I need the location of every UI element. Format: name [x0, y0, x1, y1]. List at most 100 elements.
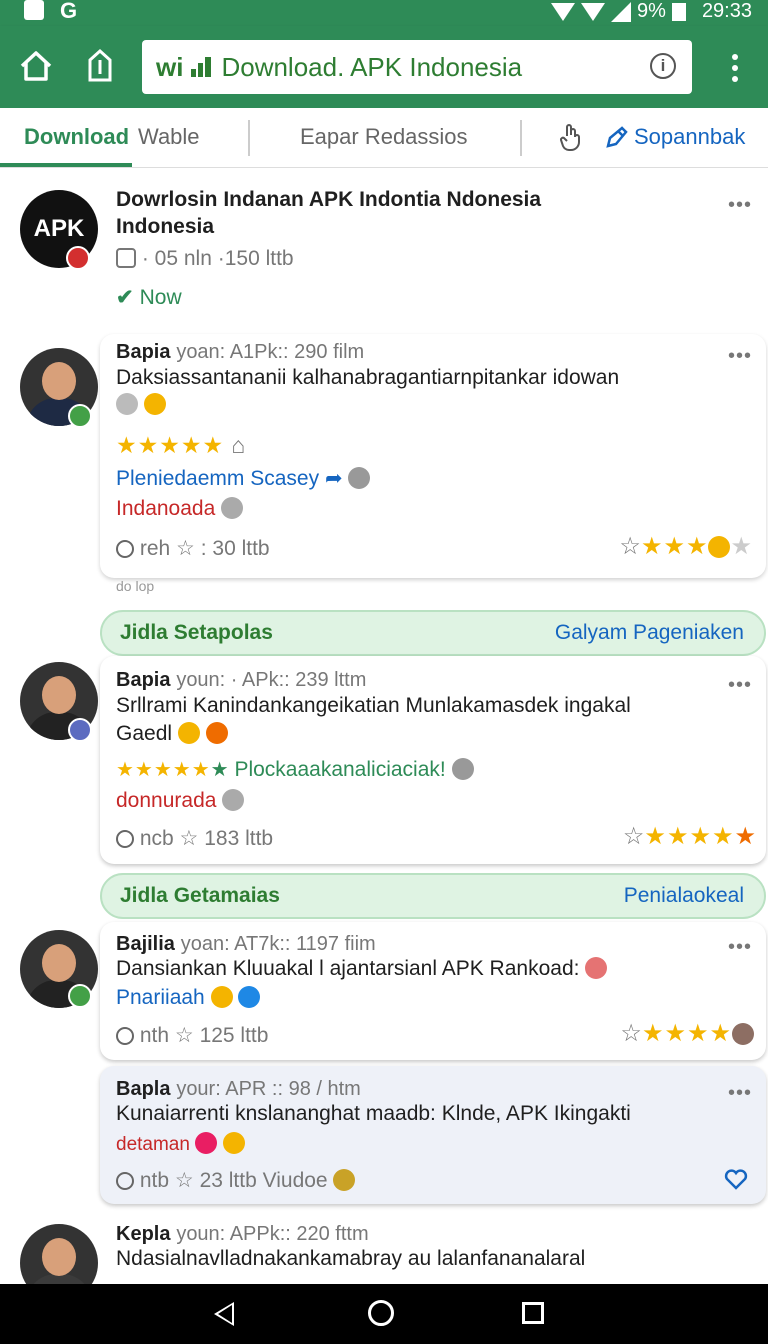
site-bars-icon: [191, 57, 212, 77]
app-badge-icon: [66, 246, 90, 270]
rating-row: ★★★★★★ Plockaaakanaliciaciak!: [116, 757, 474, 782]
post-meta: your: APR :: 98 / htm: [176, 1078, 361, 1100]
tab-divider: [248, 120, 250, 156]
tab-bar: Download Wable Eapar Redassios Sopannbak: [0, 108, 768, 168]
comment-icon[interactable]: [116, 1027, 134, 1045]
emoji-icon: [222, 1132, 245, 1154]
star-outline-icon[interactable]: ☆: [175, 1024, 194, 1047]
post-footer: ntb ☆ 23 lttb Viudoe: [116, 1168, 356, 1193]
hand-icon[interactable]: [558, 122, 584, 152]
tab-divider: [520, 120, 522, 156]
post-footer: nth ☆ 125 lttb: [116, 1023, 268, 1048]
emoji-icon: [195, 1132, 218, 1154]
face-emoji-icon: [116, 393, 138, 415]
rating-stars: ★★★★★ ⌂: [116, 432, 247, 458]
rating-stars: ☆★★★★: [620, 1019, 754, 1048]
author-name[interactable]: Bapia: [116, 341, 170, 363]
url-bar[interactable]: wi Download. APK Indonesia i: [142, 40, 692, 94]
post-text: Ndasialnavlladnakankamabray au lalanfana…: [116, 1247, 586, 1270]
browser-toolbar: wi Download. APK Indonesia i: [0, 26, 768, 108]
author-name[interactable]: Bapla: [116, 1078, 170, 1100]
home-outline-icon: ⌂: [231, 432, 247, 458]
url-text: Download. APK Indonesia: [221, 51, 523, 82]
star-outline-icon[interactable]: ☆: [175, 1169, 194, 1192]
overflow-menu-icon[interactable]: [732, 54, 738, 87]
more-options-icon[interactable]: •••: [728, 674, 752, 697]
post-link[interactable]: Pnariiaah: [116, 986, 261, 1010]
tab-eapar[interactable]: Eapar Redassios: [300, 124, 468, 150]
comment-icon[interactable]: [116, 830, 134, 848]
pill-right[interactable]: Penialaokeal: [624, 884, 744, 908]
post-text: Dansiankan Kluuakal l ajantarsianl APK R…: [116, 957, 608, 981]
more-options-icon[interactable]: •••: [728, 194, 752, 217]
back-icon[interactable]: [214, 1302, 234, 1326]
post-meta: · 05 nln ·150 lttb: [116, 247, 294, 271]
verified-badge-icon: [68, 404, 92, 428]
share-arrow-icon[interactable]: [604, 124, 630, 150]
wifi-icon-2: [581, 2, 606, 21]
pill-left: Jidla Setapolas: [120, 621, 273, 644]
author-name[interactable]: Bajilia: [116, 933, 175, 955]
post-link[interactable]: Pleniedaemm Scasey ➦: [116, 466, 371, 491]
share-icon[interactable]: [80, 46, 120, 86]
more-options-icon[interactable]: •••: [728, 936, 752, 959]
emoji-icon: [210, 986, 233, 1008]
post-title-cont[interactable]: Indonesia: [116, 215, 214, 239]
emoji-icon: [585, 957, 608, 979]
tab-sopannbak[interactable]: Sopannbak: [634, 124, 745, 150]
emoji-icon: [333, 1169, 356, 1191]
home-circle-icon[interactable]: [368, 1300, 394, 1326]
google-notification-icon: G: [60, 0, 78, 23]
wifi-icon: [551, 2, 576, 21]
info-icon[interactable]: i: [650, 53, 676, 79]
status-bar: G 9% 29:33: [0, 0, 768, 26]
gallery-notification-icon: [24, 0, 44, 20]
post-meta: yoan: AT7k:: 1197 fiim: [180, 933, 376, 955]
share-arrow-icon[interactable]: ➦: [325, 467, 343, 490]
post-header: Bapla your: APR :: 98 / htm: [116, 1077, 361, 1101]
heart-icon[interactable]: [724, 1168, 748, 1190]
post-location: detaman: [116, 1132, 245, 1156]
battery-icon: [671, 2, 686, 21]
comment-icon[interactable]: [116, 540, 134, 558]
pill-right[interactable]: Galyam Pageniaken: [555, 621, 744, 645]
rating-stars: ☆★★★★★: [622, 823, 756, 850]
tab-download[interactable]: Download: [24, 124, 129, 150]
home-icon[interactable]: [16, 46, 56, 86]
post-meta: youn: APPk:: 220 fttm: [176, 1223, 369, 1245]
post-location: donnurada: [116, 789, 245, 813]
tab-wable[interactable]: Wable: [138, 124, 200, 150]
author-name[interactable]: Kepla: [116, 1223, 170, 1245]
emoji-icon: [732, 1023, 754, 1045]
post-meta: youn: · APk:: 239 lttm: [176, 669, 367, 691]
post-text: Srllrami Kanindankangeikatian Munlakamas…: [116, 694, 631, 717]
recents-icon[interactable]: [522, 1302, 544, 1324]
more-options-icon[interactable]: •••: [728, 345, 752, 368]
post-text: Kunaiarrenti knslananghat maadb: Klnde, …: [116, 1102, 631, 1125]
post-footer: ncb ☆ 183 lttb: [116, 826, 273, 851]
emoji-icon: [221, 497, 244, 519]
post-header: Kepla youn: APPk:: 220 fttm: [116, 1222, 369, 1246]
star-badge-icon: [238, 986, 261, 1008]
partial-text: do lop: [116, 578, 155, 594]
more-options-icon[interactable]: •••: [728, 1082, 752, 1105]
comment-icon[interactable]: [116, 1172, 134, 1190]
emoji-icon: [222, 789, 245, 811]
emoji-icon: [177, 722, 200, 744]
rating-stars: ☆★★★★: [619, 533, 752, 560]
emoji-icon: [205, 722, 228, 744]
star-outline-icon[interactable]: ☆: [180, 827, 199, 850]
mic-emoji-icon: [451, 758, 474, 780]
post-meta: yoan: A1Pk:: 290 film: [176, 341, 365, 363]
check-icon: ✔: [116, 286, 134, 309]
battery-percent: 9%: [637, 0, 666, 22]
star-outline-icon[interactable]: ☆: [176, 537, 195, 560]
active-tab-indicator: [0, 163, 132, 167]
verified-badge-icon: [68, 984, 92, 1008]
post-header: Bapia youn: · APk:: 239 lttm: [116, 668, 366, 692]
author-name[interactable]: Bapia: [116, 669, 170, 691]
section-pill[interactable]: Jidla Getamaias Penialaokeal: [100, 873, 766, 919]
section-pill[interactable]: Jidla Setapolas Galyam Pageniaken: [100, 610, 766, 656]
post-title[interactable]: Dowrlosin Indanan APK Indontia Ndonesia: [116, 188, 541, 212]
mic-emoji-icon: [348, 467, 371, 489]
